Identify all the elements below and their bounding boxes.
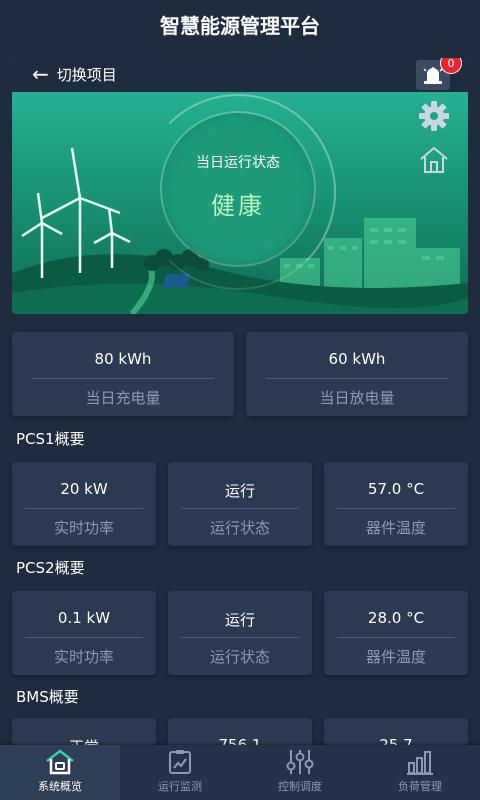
pcs2-power-card[interactable]: 0.1 kW 实时功率 xyxy=(12,591,156,675)
charge-value: 80 kWh xyxy=(94,350,152,368)
divider xyxy=(336,637,456,638)
pcs1-power-card[interactable]: 20 kW 实时功率 xyxy=(12,462,156,546)
divider xyxy=(31,378,215,379)
pcs1-status-card[interactable]: 运行 运行状态 xyxy=(168,462,312,546)
pcs1-status-label: 运行状态 xyxy=(209,519,270,537)
bottom-tab-bar: 系统概览 运行监测 控制调度 负荷管理 xyxy=(0,745,480,800)
pcs2-title: PCS2概要 xyxy=(16,559,85,577)
bar-chart-icon xyxy=(407,751,433,775)
home-button[interactable] xyxy=(416,142,452,178)
discharge-label: 当日放电量 xyxy=(319,389,395,407)
pcs2-temp-card[interactable]: 28.0 °C 器件温度 xyxy=(324,591,468,675)
app-title: 智慧能源管理平台 xyxy=(160,13,320,38)
daily-status-value: 健康 xyxy=(211,191,265,220)
tab-label: 控制调度 xyxy=(278,780,322,793)
bms-title: BMS概要 xyxy=(16,688,79,706)
sliders-icon xyxy=(286,750,314,774)
back-arrow-icon: ← xyxy=(32,62,49,86)
alarm-button[interactable]: 0 xyxy=(416,58,462,90)
pcs2-status-card[interactable]: 运行 运行状态 xyxy=(168,591,312,675)
divider xyxy=(180,508,300,509)
divider xyxy=(265,378,449,379)
pcs1-power-label: 实时功率 xyxy=(53,519,114,537)
charge-label: 当日充电量 xyxy=(85,389,161,407)
tab-system-overview[interactable]: 系统概览 xyxy=(0,745,120,800)
pcs2-status-value: 运行 xyxy=(224,611,255,629)
divider xyxy=(180,637,300,638)
monitor-chart-icon xyxy=(169,750,191,774)
pcs2-power-value: 0.1 kW xyxy=(57,609,111,627)
pcs1-temp-value: 57.0 °C xyxy=(367,480,425,498)
pcs2-temp-label: 器件温度 xyxy=(365,648,426,666)
tab-control-dispatch[interactable]: 控制调度 xyxy=(240,745,360,800)
tab-label: 系统概览 xyxy=(38,780,82,793)
daily-status-panel: 当日运行状态 健康 xyxy=(162,113,314,265)
tab-runtime-monitor[interactable]: 运行监测 xyxy=(120,745,240,800)
tab-label: 运行监测 xyxy=(158,780,202,793)
pcs1-temp-label: 器件温度 xyxy=(365,519,426,537)
pcs1-title: PCS1概要 xyxy=(16,430,85,448)
pcs2-status-label: 运行状态 xyxy=(209,648,270,666)
discharge-card[interactable]: 60 kWh 当日放电量 xyxy=(246,332,468,416)
discharge-value: 60 kWh xyxy=(328,350,386,368)
gear-icon xyxy=(419,101,449,131)
pcs2-temp-value: 28.0 °C xyxy=(367,609,425,627)
home-icon xyxy=(46,749,74,775)
pcs1-status-value: 运行 xyxy=(224,482,255,500)
divider xyxy=(336,508,456,509)
pcs2-power-label: 实时功率 xyxy=(53,648,114,666)
divider xyxy=(24,508,144,509)
daily-status-label: 当日运行状态 xyxy=(196,154,280,171)
home-outline-icon xyxy=(420,146,448,173)
pcs1-power-value: 20 kW xyxy=(60,480,108,498)
switch-project-label: 切换项目 xyxy=(56,65,117,84)
pcs1-temp-card[interactable]: 57.0 °C 器件温度 xyxy=(324,462,468,546)
hero-banner: ← 切换项目 0 当日运行状态 健康 xyxy=(12,58,468,314)
divider xyxy=(24,637,144,638)
switch-project-link[interactable]: ← 切换项目 xyxy=(32,60,117,88)
tab-label: 负荷管理 xyxy=(398,780,442,793)
tab-load-management[interactable]: 负荷管理 xyxy=(360,745,480,800)
settings-button[interactable] xyxy=(416,98,452,134)
charge-card[interactable]: 80 kWh 当日充电量 xyxy=(12,332,234,416)
